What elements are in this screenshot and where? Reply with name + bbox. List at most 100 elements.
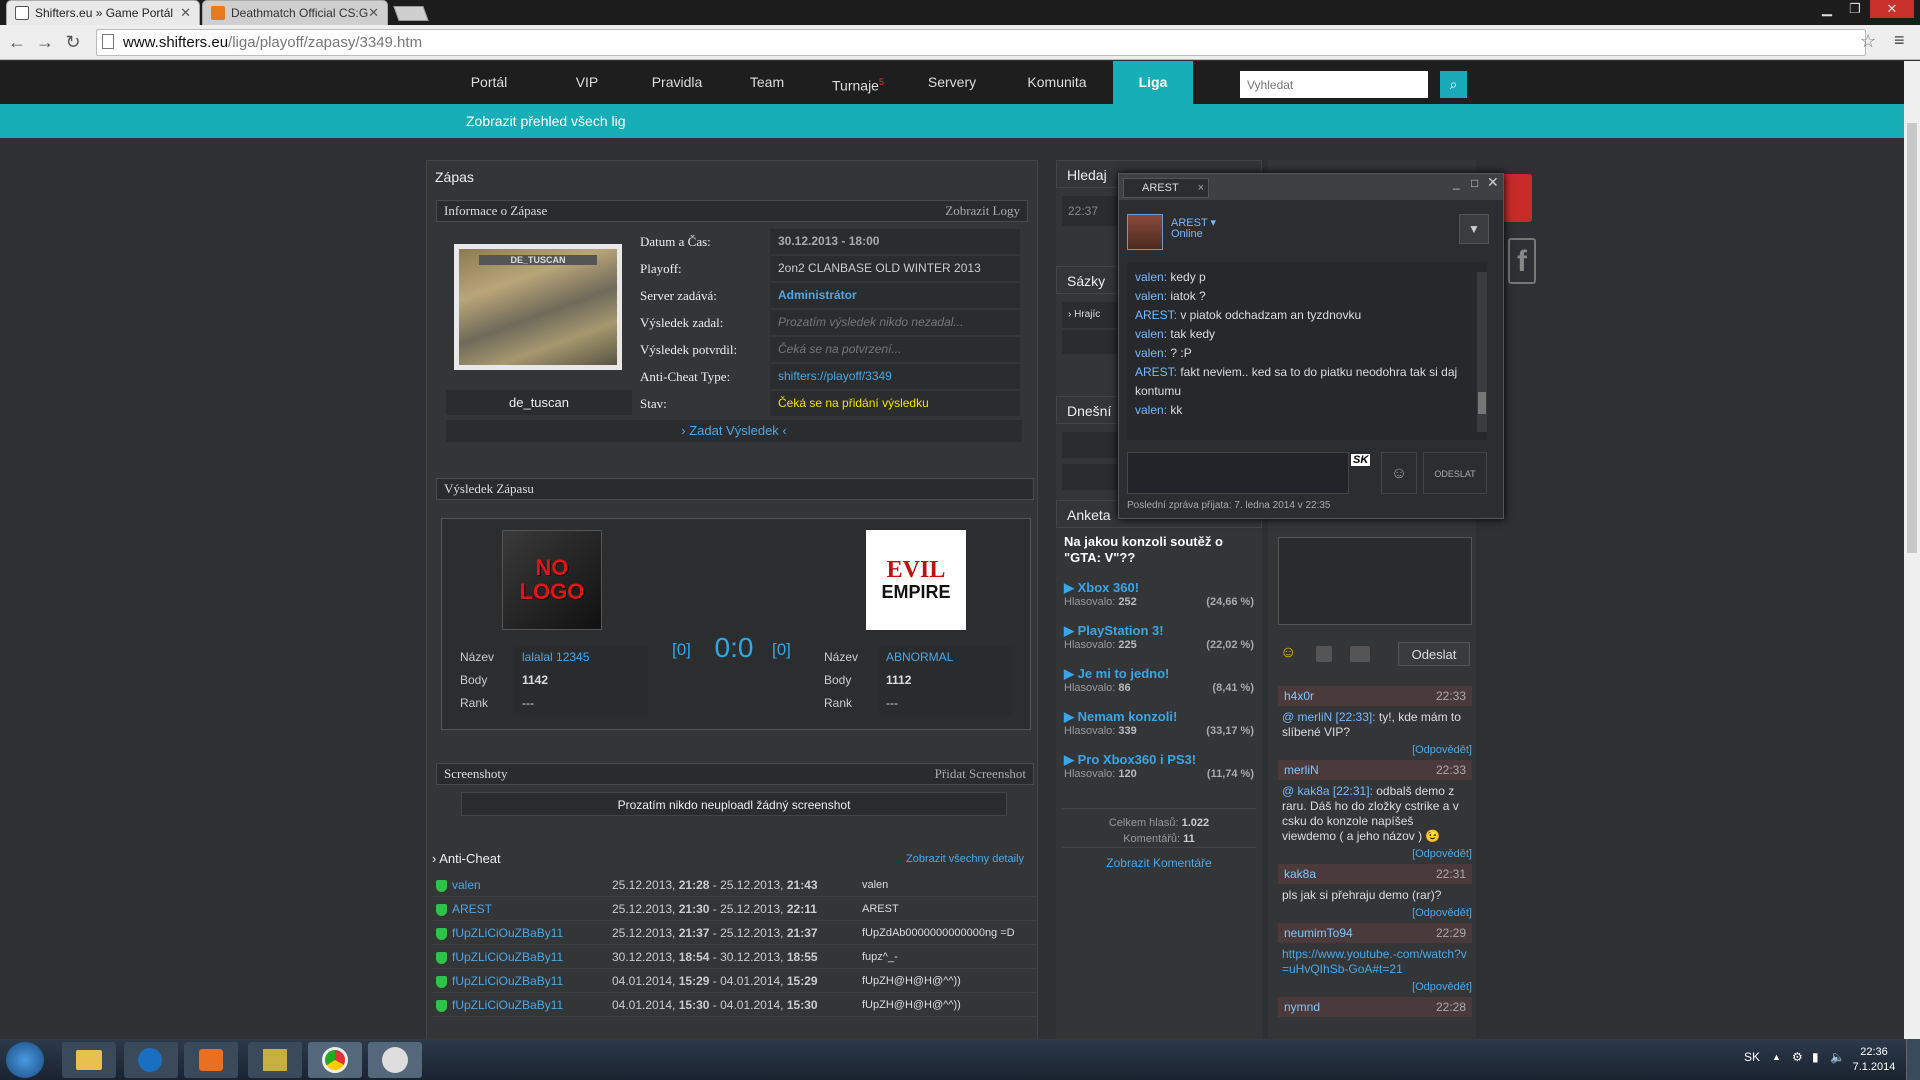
anticheat-player[interactable]: AREST [452,897,612,920]
anticheat-time: 25.12.2013, 21:28 - 25.12.2013, 21:43 [612,873,862,896]
anticheat-player[interactable]: fUpZLiCiOuZBaBy11 [452,945,612,968]
menu-icon[interactable]: ≡ [1894,30,1905,51]
forward-icon[interactable]: → [34,31,56,53]
poll-option[interactable]: ▶ PlayStation 3! Hlasovalo: 225 (22,02 %) [1064,623,1254,666]
nav-servery[interactable]: Servery [916,61,988,104]
page-scrollbar[interactable] [1904,61,1920,1039]
scroll-thumb[interactable] [1478,392,1486,414]
shout-author[interactable]: nymnd [1284,1000,1320,1014]
network-icon[interactable]: ▮ [1812,1050,1819,1064]
anticheat-player[interactable]: fUpZLiCiOuZBaBy11 [452,969,612,992]
shoutbox-input[interactable] [1278,537,1472,625]
poll-option[interactable]: ▶ Xbox 360! Hlasovalo: 252 (24,66 %) [1064,580,1254,623]
maximize-icon[interactable]: □ [1471,176,1478,190]
star-icon[interactable]: ☆ [1860,31,1876,52]
steam-tray-icon[interactable]: ⚙ [1792,1050,1803,1064]
reload-icon[interactable]: ↻ [62,31,84,53]
separator: - [709,998,721,1012]
tray-arrow-icon[interactable]: ▲ [1772,1052,1781,1062]
address-bar[interactable]: www.shifters.eu/liga/playoff/zapasy/3349… [96,29,1866,56]
shout-author[interactable]: neumimTo94 [1284,926,1353,940]
nav-vip[interactable]: VIP [560,61,614,104]
search-icon[interactable]: ⌕ [1440,71,1467,98]
shout-author[interactable]: h4x0r [1284,689,1314,703]
smiley-icon[interactable]: ☺ [1280,644,1296,662]
show-desktop-button[interactable] [1906,1039,1920,1080]
poll-option-label[interactable]: ▶ Je mi to jedno! [1064,666,1254,682]
show-details-link[interactable]: Zobrazit všechny detaily [906,853,1024,865]
show-logs-link[interactable]: Zobrazit Logy [945,201,1020,221]
shout-quote[interactable]: @ kak8a [22:31]: [1282,784,1373,798]
nav-turnaje[interactable]: Turnaje5 [818,61,898,104]
anticheat-link[interactable]: shifters://playoff/3349 [770,364,1020,389]
poll-option-label[interactable]: ▶ Pro Xbox360 i PS3! [1064,752,1254,768]
tab-shifters[interactable]: Shifters.eu » Game Portál ✕ [6,0,200,25]
reply-link[interactable]: [Odpovědět] [1278,981,1472,993]
language-indicator[interactable]: SK [1744,1050,1760,1064]
poll-option-label[interactable]: ▶ Nemam konzoli! [1064,709,1254,725]
poll-option[interactable]: ▶ Nemam konzoli! Hlasovalo: 339 (33,17 %) [1064,709,1254,752]
separator: - [709,878,721,892]
close-icon[interactable]: ✕ [368,5,379,21]
search-input[interactable] [1240,71,1428,98]
image-icon[interactable] [1350,646,1370,662]
nav-komunita[interactable]: Komunita [1016,61,1098,104]
emoticon-icon[interactable]: ☺ [1381,452,1417,494]
close-icon[interactable]: ✕ [180,5,191,21]
minimize-icon[interactable]: ▁ [1814,0,1840,18]
nav-pravidla[interactable]: Pravidla [640,61,714,104]
close-icon[interactable]: × [1198,179,1204,197]
new-tab-button[interactable] [393,6,429,21]
reply-link[interactable]: [Odpovědět] [1278,907,1472,919]
shout-header: h4x0r 22:33 [1278,686,1472,706]
add-screenshot-link[interactable]: Přidat Screenshot [935,764,1026,784]
admin-link[interactable]: Administrátor [770,283,1020,308]
steam-chat-tab[interactable]: AREST × [1123,178,1209,198]
anticheat-player[interactable]: fUpZLiCiOuZBaBy11 [452,921,612,944]
nav-liga[interactable]: Liga [1113,61,1193,104]
reply-link[interactable]: [Odpovědět] [1278,744,1472,756]
all-leagues-link[interactable]: Zobrazit přehled všech lig [466,113,626,129]
start-button[interactable] [6,1042,44,1078]
clock[interactable]: 22:36 7.1.2014 [1850,1045,1898,1075]
steam-icon[interactable] [368,1042,422,1078]
format-icon[interactable] [1316,646,1332,662]
youtube-icon[interactable] [1502,174,1532,222]
poll-option-label[interactable]: ▶ PlayStation 3! [1064,623,1254,639]
poll-option[interactable]: ▶ Pro Xbox360 i PS3! Hlasovalo: 120 (11,74… [1064,752,1254,795]
team-left-name[interactable]: lalalal 12345 [514,646,648,669]
chrome-icon[interactable] [308,1042,362,1078]
show-comments-link[interactable]: Zobrazit Komentáře [1056,852,1262,874]
anticheat-player[interactable]: fUpZLiCiOuZBaBy11 [452,993,612,1016]
tab-deathmatch[interactable]: Deathmatch Official CS:G ✕ [202,0,388,25]
minimize-icon[interactable]: _ [1453,176,1460,190]
close-window-icon[interactable]: ✕ [1487,174,1499,191]
media-player-icon[interactable] [184,1042,238,1078]
team-right-name[interactable]: ABNORMAL [878,646,1012,669]
shout-quote[interactable]: @ merliN [22:33]: [1282,710,1376,724]
explorer-icon[interactable] [62,1042,116,1078]
facebook-icon[interactable]: f [1508,238,1536,284]
shout-author[interactable]: kak8a [1284,867,1316,881]
poll-option[interactable]: ▶ Je mi to jedno! Hlasovalo: 86 (8,41 %) [1064,666,1254,709]
chevron-down-icon[interactable]: ▼ [1459,214,1489,244]
shoutbox-send-button[interactable]: Odeslat [1398,642,1470,666]
hp-icon[interactable] [124,1042,178,1078]
steam-message-input[interactable] [1127,452,1349,494]
reply-link[interactable]: [Odpovědět] [1278,848,1472,860]
nav-portal[interactable]: Portál [454,61,524,104]
steam-send-button[interactable]: ODESLAT [1423,452,1487,494]
poll-option-label[interactable]: ▶ Xbox 360! [1064,580,1254,596]
shout-author[interactable]: merliN [1284,763,1319,777]
anticheat-player[interactable]: valen [452,873,612,896]
nav-team[interactable]: Team [736,61,798,104]
close-window-icon[interactable]: ✕ [1870,0,1914,18]
screens-section-header: Screenshoty Přidat Screenshot [436,763,1034,785]
enter-result-button[interactable]: › Zadat Výsledek ‹ [446,420,1022,442]
volume-icon[interactable]: 🔈 [1830,1050,1845,1064]
steam-scrollbar[interactable] [1477,272,1487,432]
maximize-icon[interactable]: ❐ [1842,0,1868,18]
back-icon[interactable]: ← [6,31,28,53]
scroll-thumb[interactable] [1907,123,1917,553]
app-icon[interactable] [248,1042,302,1078]
